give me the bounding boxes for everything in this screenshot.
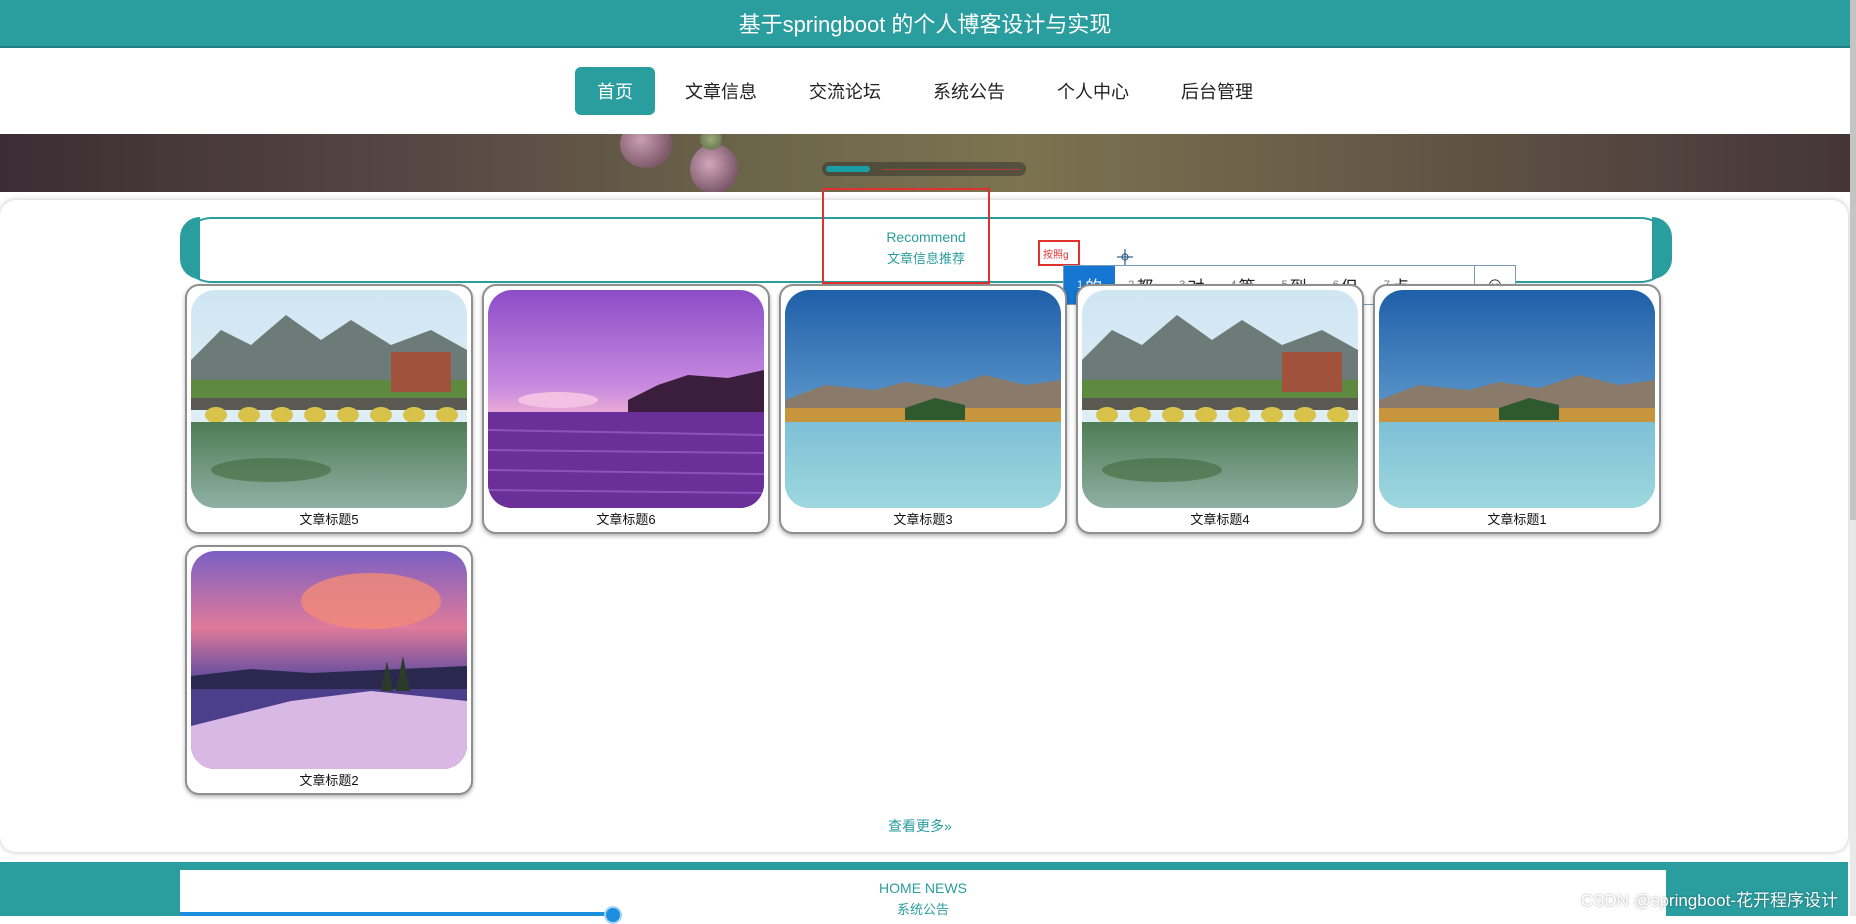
article-card[interactable]: 文章标题6 <box>482 284 770 534</box>
view-more-link[interactable]: 查看更多» <box>888 816 952 836</box>
article-thumbnail[interactable] <box>1379 290 1655 508</box>
article-card[interactable]: 文章标题1 <box>1373 284 1661 534</box>
crosshair-cursor-icon <box>1117 249 1133 265</box>
news-header: HOME NEWS 系统公告 <box>180 870 1666 917</box>
article-title[interactable]: 文章标题4 <box>1078 509 1362 528</box>
mountain-lake-image <box>785 290 1061 508</box>
nav-profile[interactable]: 个人中心 <box>1035 67 1151 115</box>
article-title[interactable]: 文章标题6 <box>484 509 768 528</box>
double-chevron-right-icon: » <box>944 818 952 834</box>
nav-admin[interactable]: 后台管理 <box>1159 67 1275 115</box>
ime-composition-box: 按照g <box>1038 240 1080 266</box>
main-nav: 首页 文章信息 交流论坛 系统公告 个人中心 后台管理 <box>0 48 1850 134</box>
carousel-image-decoration <box>620 134 672 168</box>
page-scrollbar[interactable] <box>1850 0 1856 916</box>
hero-carousel[interactable] <box>0 134 1850 192</box>
site-title: 基于springboot 的个人博客设计与实现 <box>738 12 1112 37</box>
article-title[interactable]: 文章标题1 <box>1375 509 1659 528</box>
carousel-indicator-active[interactable] <box>826 166 870 172</box>
article-card[interactable]: 文章标题3 <box>779 284 1067 534</box>
news-scroll-handle[interactable] <box>604 906 622 924</box>
carousel-indicator-track <box>882 169 1020 170</box>
nav-announcements[interactable]: 系统公告 <box>911 67 1027 115</box>
article-card[interactable]: 文章标题4 <box>1076 284 1364 534</box>
ime-composition-text: 按照g <box>1043 249 1069 261</box>
carousel-indicators[interactable] <box>822 162 1026 176</box>
purple-sea-image <box>488 290 764 508</box>
watermark: CSDN @springboot-花开程序设计 <box>1580 891 1838 910</box>
article-title[interactable]: 文章标题2 <box>187 770 471 789</box>
article-thumbnail[interactable] <box>785 290 1061 508</box>
article-thumbnail[interactable] <box>488 290 764 508</box>
news-title-en: HOME NEWS <box>879 880 967 896</box>
site-title-bar: 基于springboot 的个人博客设计与实现 <box>0 0 1850 48</box>
crater-lake-image <box>191 551 467 769</box>
mountain-lake-image <box>1379 290 1655 508</box>
carousel-image-decoration <box>690 144 738 192</box>
highlight-box <box>822 188 990 284</box>
view-more-label: 查看更多 <box>888 818 944 834</box>
article-title[interactable]: 文章标题3 <box>781 509 1065 528</box>
page-scrollbar-thumb[interactable] <box>1850 0 1856 520</box>
article-thumbnail[interactable] <box>191 551 467 769</box>
nav-home[interactable]: 首页 <box>575 67 655 115</box>
article-card[interactable]: 文章标题2 <box>185 545 473 795</box>
news-scroll-track[interactable] <box>180 912 614 916</box>
nav-articles[interactable]: 文章信息 <box>663 67 779 115</box>
bridge-lake-image <box>191 290 467 508</box>
article-card[interactable]: 文章标题5 <box>185 284 473 534</box>
article-thumbnail[interactable] <box>1082 290 1358 508</box>
bridge-lake-image <box>1082 290 1358 508</box>
nav-forum[interactable]: 交流论坛 <box>787 67 903 115</box>
article-title[interactable]: 文章标题5 <box>187 509 471 528</box>
article-thumbnail[interactable] <box>191 290 467 508</box>
